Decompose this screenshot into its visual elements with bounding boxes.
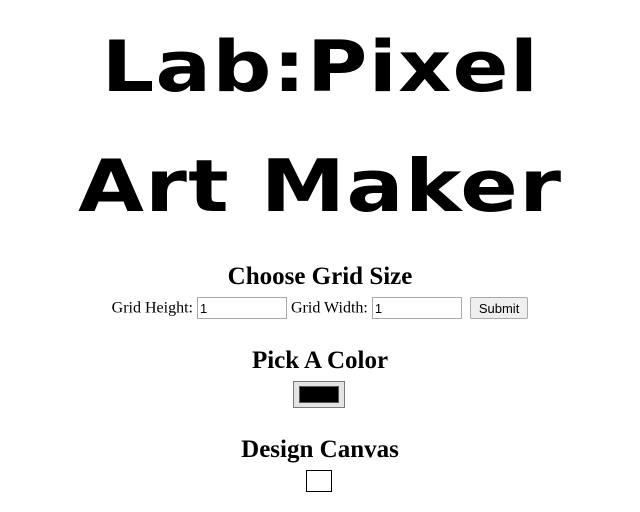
grid-size-form: Grid Height: Grid Width: Submit — [0, 297, 640, 320]
canvas-cell[interactable] — [306, 470, 332, 492]
logo-text-2: Art Maker — [77, 144, 563, 228]
grid-size-heading: Choose Grid Size — [227, 263, 413, 290]
color-swatch — [299, 386, 339, 403]
pixel-canvas-body — [306, 470, 332, 492]
color-heading: Pick A Color — [251, 347, 389, 374]
canvas-heading: Design Canvas — [241, 436, 399, 463]
logo-text-1: Lab:Pixel — [101, 26, 539, 108]
color-picker[interactable] — [293, 381, 345, 408]
grid-height-input[interactable] — [197, 297, 287, 320]
canvas-row — [306, 470, 332, 492]
logo-line-1: Lab:Pixel — [0, 32, 640, 102]
pixel-canvas[interactable] — [306, 470, 332, 492]
grid-width-label: Grid Width: — [291, 299, 368, 317]
grid-width-input[interactable] — [371, 297, 462, 320]
submit-button[interactable]: Submit — [469, 297, 529, 320]
logo-line-2: Art Maker — [0, 150, 640, 222]
grid-height-label: Grid Height: — [111, 299, 193, 317]
